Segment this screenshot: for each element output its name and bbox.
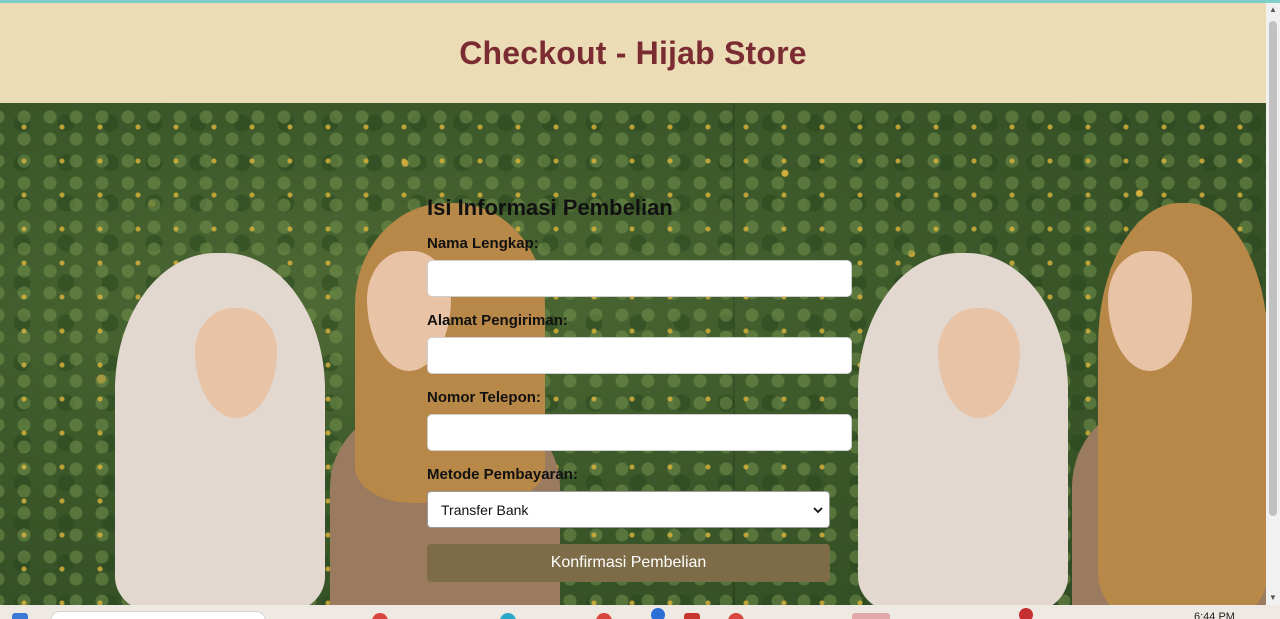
checkout-form: Isi Informasi Pembelian Nama Lengkap: Al… [427,190,852,582]
taskbar-app-icon[interactable] [500,613,516,619]
full-name-input[interactable] [427,260,852,297]
form-heading: Isi Informasi Pembelian [427,195,673,220]
model-white-hijab-left [115,253,325,605]
full-name-label: Nama Lengkap: [427,235,539,252]
start-icon[interactable] [12,613,28,619]
payment-method-label: Metode Pembayaran: [427,466,578,483]
os-taskbar: 6:44 PM [0,605,1280,619]
notification-badge [651,608,665,619]
model-white-hijab-right [858,253,1068,605]
shipping-address-label: Alamat Pengiriman: [427,312,568,329]
scroll-up-arrow[interactable]: ▲ [1266,3,1280,17]
confirm-purchase-button[interactable]: Konfirmasi Pembelian [427,544,830,582]
payment-method-select[interactable]: Transfer Bank [427,491,830,528]
shipping-address-input[interactable] [427,337,852,374]
taskbar-app-icon[interactable] [728,613,744,619]
notification-badge [1019,608,1033,619]
scroll-down-arrow[interactable]: ▼ [1266,591,1280,605]
taskbar-app-icon[interactable] [852,613,890,619]
phone-number-input[interactable] [427,414,852,451]
model-brown-hijab-right [1098,203,1266,605]
page-header: Checkout - Hijab Store [0,3,1266,103]
taskbar-clock: 6:44 PM [1194,611,1235,619]
taskbar-app-icon[interactable] [596,613,612,619]
taskbar-search[interactable] [50,611,266,619]
chevron-down-icon [813,503,823,517]
phone-number-label: Nomor Telepon: [427,389,541,406]
taskbar-app-icon[interactable] [372,613,388,619]
page-title: Checkout - Hijab Store [459,34,807,71]
page-scrollbar[interactable]: ▲ ▼ [1266,3,1280,605]
scrollbar-thumb[interactable] [1269,21,1277,516]
payment-method-value: Transfer Bank [441,501,529,518]
taskbar-app-icon[interactable] [684,613,700,619]
